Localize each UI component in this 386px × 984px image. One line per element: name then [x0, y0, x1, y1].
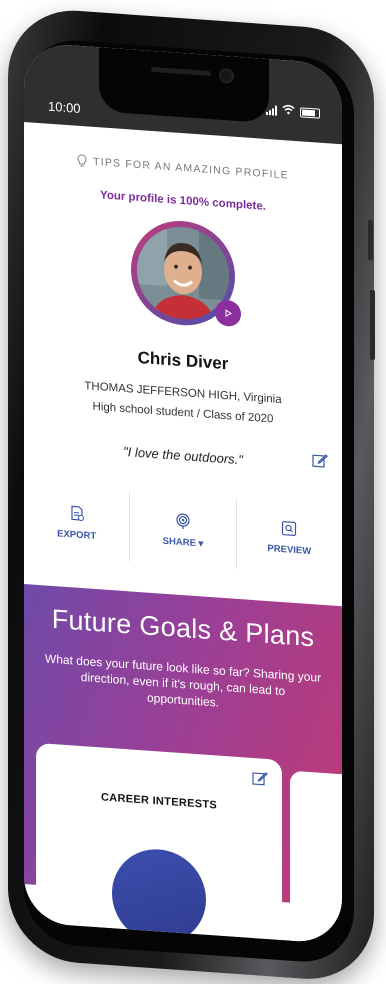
device-stage: 10:00 TIPS FOR AN AMAZING PROFILE Your p…	[0, 0, 386, 966]
preview-icon	[281, 519, 297, 536]
signal-icon	[266, 104, 277, 115]
phone-screen: 10:00 TIPS FOR AN AMAZING PROFILE Your p…	[24, 42, 342, 944]
profile-content: TIPS FOR AN AMAZING PROFILE Your profile…	[24, 122, 342, 906]
camera-icon	[219, 68, 234, 84]
wifi-icon	[282, 104, 295, 118]
status-time: 10:00	[48, 99, 81, 116]
lightbulb-icon	[77, 154, 87, 169]
edit-icon[interactable]	[312, 452, 328, 469]
quote-row: "I love the outdoors."	[24, 436, 342, 476]
battery-icon	[300, 107, 320, 118]
status-icons	[266, 103, 320, 120]
export-button[interactable]: EXPORT	[24, 484, 129, 561]
next-card[interactable]	[290, 771, 342, 945]
share-button[interactable]: SHARE ▾	[129, 491, 235, 568]
preview-label: PREVIEW	[267, 543, 311, 557]
play-video-button[interactable]	[215, 299, 241, 327]
speaker-grille	[151, 67, 211, 76]
export-label: EXPORT	[57, 528, 96, 542]
tips-link[interactable]: TIPS FOR AN AMAZING PROFILE	[24, 150, 342, 186]
completion-status: Your profile is 100% complete.	[24, 184, 342, 218]
notch	[99, 47, 269, 123]
play-icon	[223, 308, 233, 319]
action-bar: EXPORT SHARE ▾ PREVIEW	[24, 484, 342, 576]
career-interests-card[interactable]: CAREER INTERESTS	[36, 743, 282, 940]
profile-quote: "I love the outdoors."	[123, 444, 243, 467]
export-icon	[70, 505, 84, 522]
section-description: What does your future look like so far? …	[44, 650, 322, 717]
card-title: CAREER INTERESTS	[36, 787, 282, 816]
preview-button[interactable]: PREVIEW	[236, 499, 342, 576]
side-button	[368, 220, 373, 260]
future-goals-section: Future Goals & Plans What does your futu…	[24, 584, 342, 906]
edit-icon[interactable]	[252, 770, 268, 787]
avatar[interactable]	[131, 217, 235, 328]
share-icon	[175, 512, 191, 529]
side-button	[370, 290, 375, 360]
tips-label: TIPS FOR AN AMAZING PROFILE	[93, 156, 289, 182]
section-title: Future Goals & Plans	[24, 584, 342, 655]
profile-name: Chris Diver	[24, 340, 342, 382]
share-label: SHARE ▾	[163, 535, 204, 549]
